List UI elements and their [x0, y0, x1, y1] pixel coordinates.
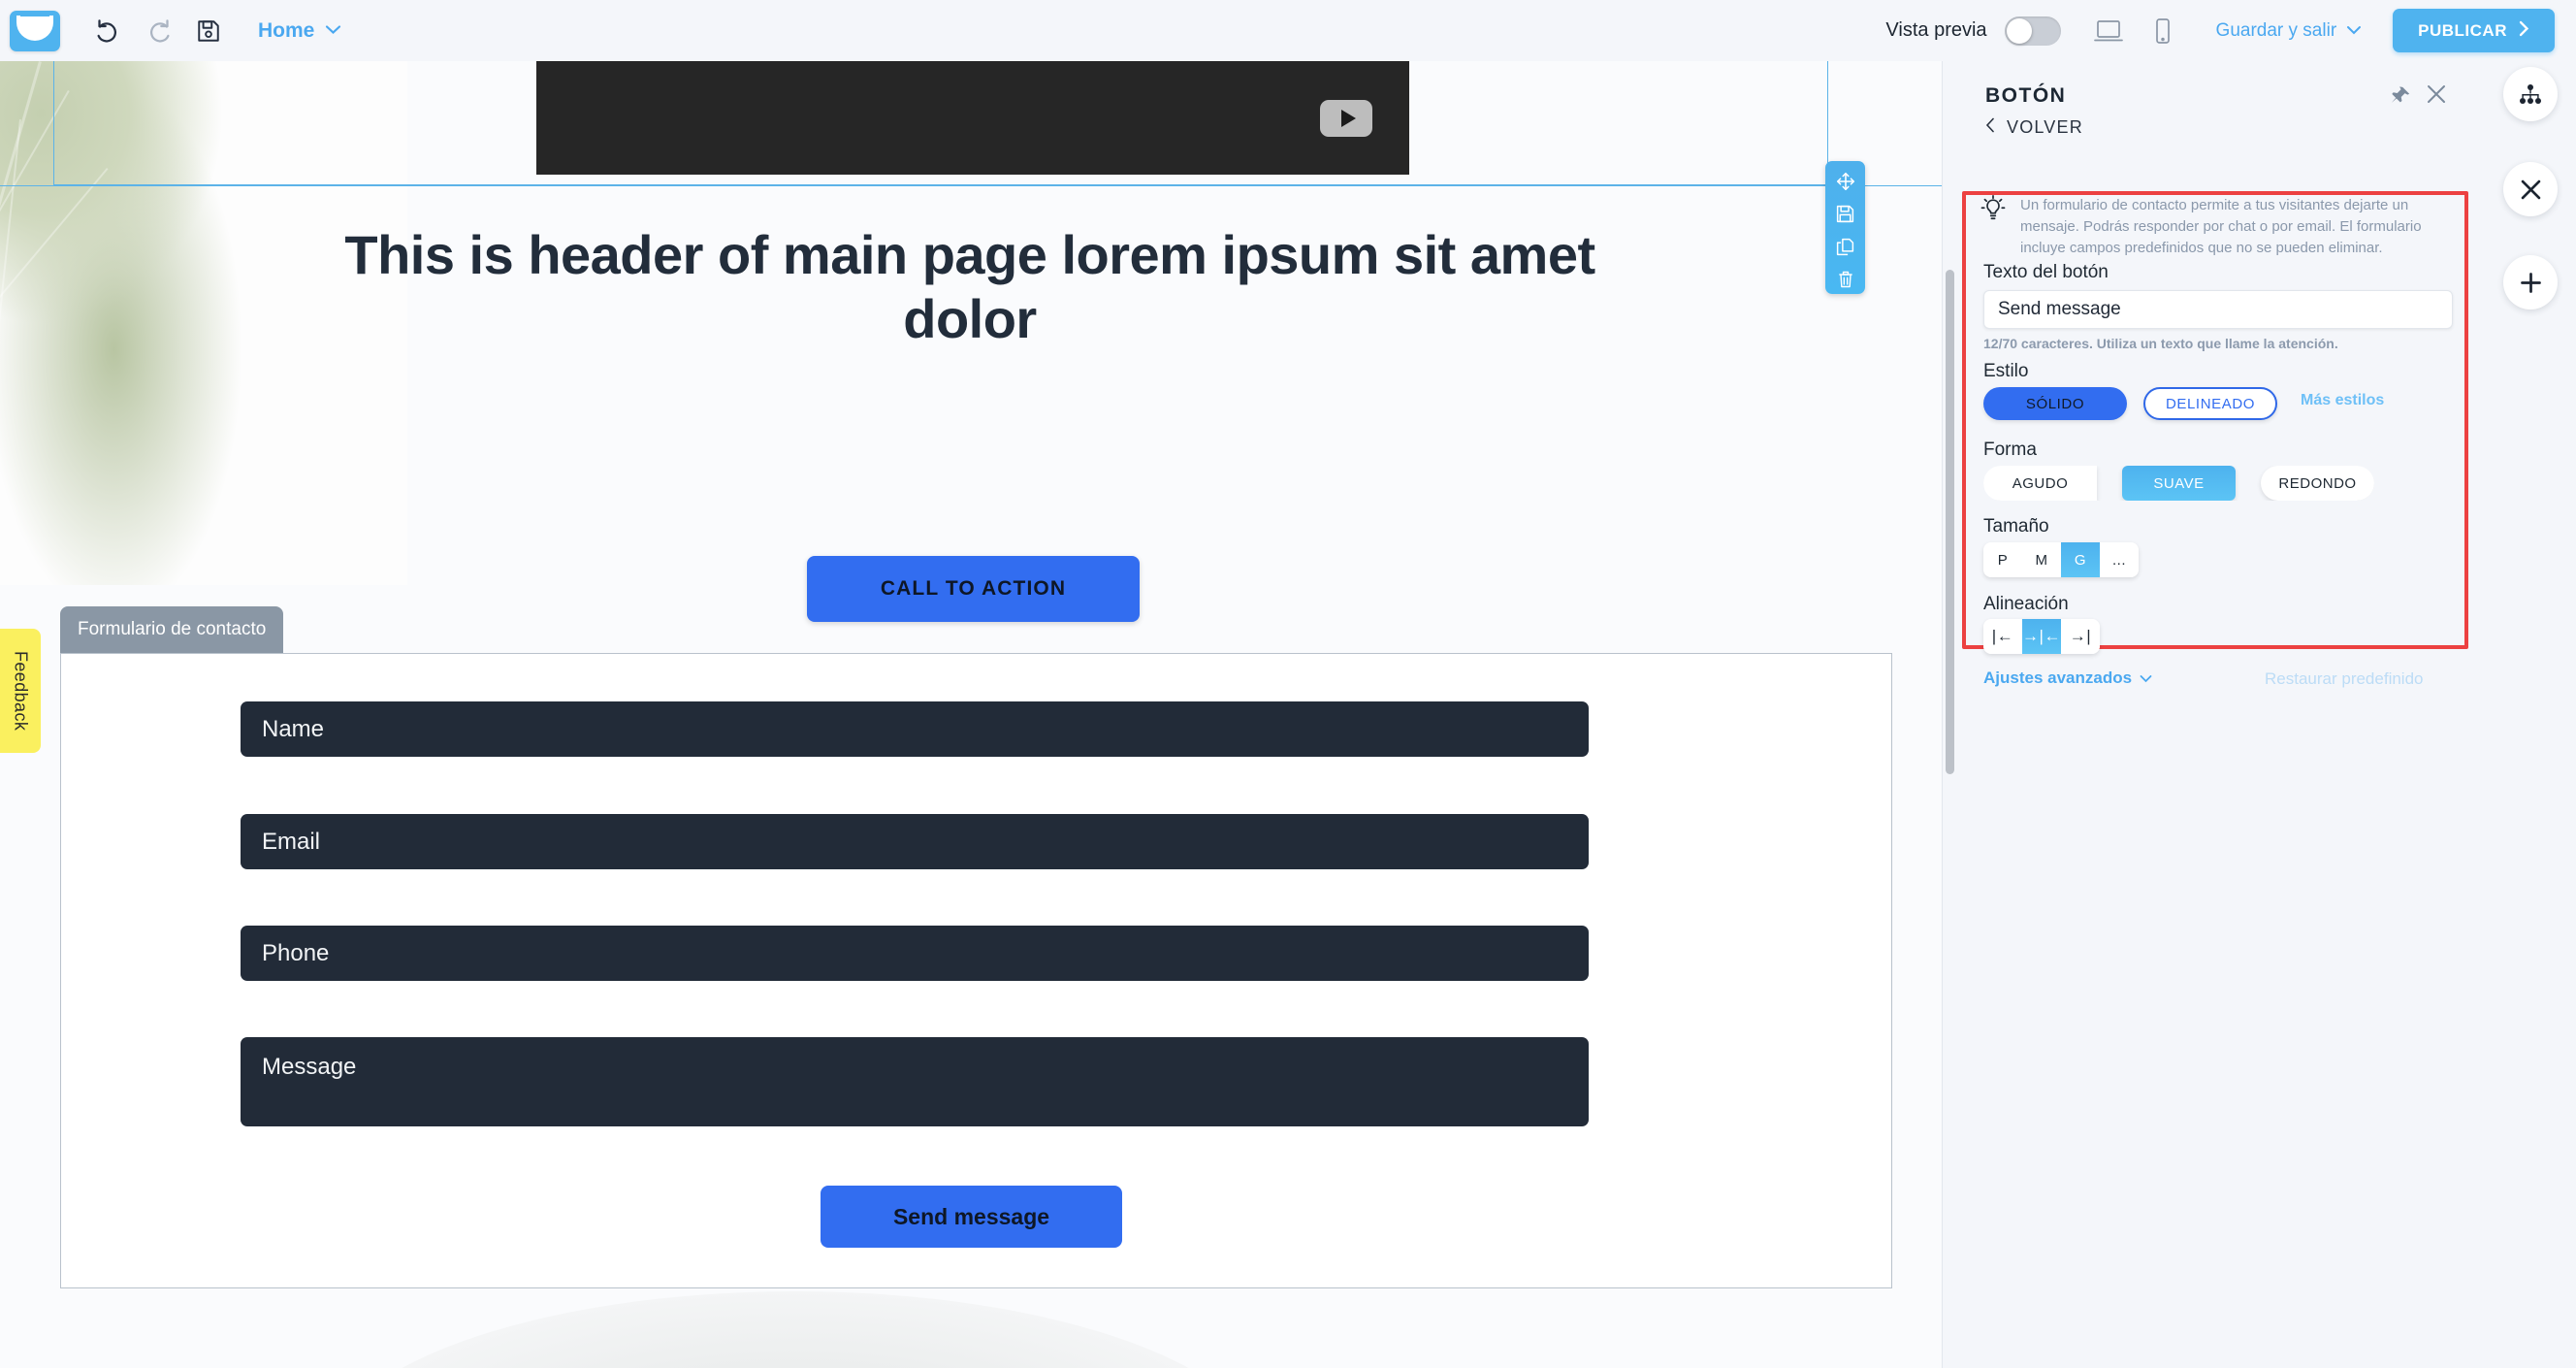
alineacion-label: Alineación: [1983, 594, 2069, 614]
align-center-icon[interactable]: →|←: [2022, 619, 2061, 654]
panel-title: BOTÓN: [1985, 84, 2067, 107]
align-left-icon[interactable]: |←: [1983, 619, 2022, 654]
forma-option-agudo[interactable]: AGUDO: [1983, 466, 2097, 501]
lightbulb-idea-icon: [1980, 195, 2007, 260]
panel-close-x-icon[interactable]: [2425, 82, 2448, 111]
play-button-icon[interactable]: [1320, 99, 1372, 137]
hint-row: Un formulario de contacto permite a tus …: [1980, 195, 2469, 260]
estilo-label: Estilo: [1983, 361, 2029, 381]
top-toolbar: Home Vista previa Guardar y salir PUBLIC…: [0, 0, 2576, 61]
duplicate-copy-icon[interactable]: [1829, 232, 1862, 262]
tamano-option-p[interactable]: P: [1983, 542, 2022, 577]
undo-icon[interactable]: [87, 11, 128, 51]
desktop-monitor-icon[interactable]: [2088, 11, 2129, 51]
envelope-logo-icon[interactable]: [10, 10, 60, 51]
feedback-label: Feedback: [11, 650, 31, 732]
pin-icon[interactable]: [2390, 85, 2411, 112]
call-to-action-button[interactable]: CALL TO ACTION: [807, 556, 1140, 622]
sitemap-hierarchy-icon[interactable]: [2503, 67, 2558, 121]
decorative-bottom-photo[interactable]: [320, 1291, 1271, 1368]
chevron-down-icon: [2140, 668, 2152, 688]
floppy-save-icon[interactable]: [188, 11, 229, 51]
move-arrows-icon[interactable]: [1829, 167, 1862, 197]
forma-option-suave[interactable]: SUAVE: [2122, 466, 2236, 501]
settings-highlight-box: [1962, 191, 2468, 649]
selection-guide-line: [0, 185, 1942, 186]
alineacion-option-group: |← →|← →|: [1983, 619, 2100, 654]
tamano-option-group: P M G ...: [1983, 542, 2139, 577]
settings-panel: BOTÓN VOLVER Un formulario de contacto p…: [1942, 61, 2485, 1368]
character-counter: 12/70 caracteres. Utiliza un texto que l…: [1983, 336, 2338, 351]
page-canvas[interactable]: This is header of main page lorem ipsum …: [0, 61, 1942, 1368]
feedback-tab[interactable]: Feedback: [0, 629, 41, 753]
plus-add-icon[interactable]: [2503, 255, 2558, 309]
chevron-right-icon: [2519, 20, 2529, 42]
chevron-down-icon: [2346, 22, 2362, 40]
advanced-settings-link[interactable]: Ajustes avanzados: [1983, 668, 2152, 688]
button-text-label: Texto del botón: [1983, 262, 2109, 282]
send-message-button[interactable]: Send message: [821, 1186, 1122, 1248]
align-right-icon[interactable]: →|: [2061, 619, 2100, 654]
page-headline[interactable]: This is header of main page lorem ipsum …: [291, 223, 1649, 350]
right-icon-rail: [2485, 61, 2576, 1368]
form-block-tab[interactable]: Formulario de contacto: [60, 606, 284, 653]
forma-option-redondo[interactable]: REDONDO: [2261, 466, 2374, 501]
preview-label: Vista previa: [1885, 19, 1987, 41]
video-embed-block[interactable]: [536, 61, 1409, 175]
tamano-option-more[interactable]: ...: [2100, 542, 2139, 577]
hint-text: Un formulario de contacto permite a tus …: [2020, 197, 2422, 257]
form-field-email[interactable]: Email: [241, 814, 1589, 869]
back-link[interactable]: VOLVER: [1985, 117, 2083, 138]
redo-icon[interactable]: [138, 11, 178, 51]
estilo-option-solido[interactable]: SÓLIDO: [1983, 387, 2127, 420]
toggle-knob: [2006, 17, 2032, 44]
back-link-label: VOLVER: [2007, 117, 2083, 137]
rail-close-x-icon[interactable]: [2503, 162, 2558, 216]
save-and-exit-menu[interactable]: Guardar y salir: [2216, 20, 2363, 42]
preview-toggle[interactable]: [2004, 16, 2061, 46]
element-floating-toolbar: [1825, 161, 1865, 294]
page-selector-label: Home: [258, 18, 315, 42]
chevron-left-icon: [1985, 117, 1995, 138]
advanced-settings-label: Ajustes avanzados: [1983, 668, 2133, 687]
more-styles-link[interactable]: Más estilos: [2301, 392, 2384, 409]
tamano-option-m[interactable]: M: [2022, 542, 2061, 577]
mobile-phone-icon[interactable]: [2142, 11, 2183, 51]
tamano-label: Tamaño: [1983, 516, 2049, 537]
form-field-phone[interactable]: Phone: [241, 926, 1589, 981]
panel-scrollbar[interactable]: [1946, 270, 1954, 774]
form-field-name[interactable]: Name: [241, 701, 1589, 757]
topbar-right-group: Vista previa Guardar y salir PUBLICAR: [1885, 9, 2576, 52]
tamano-option-g[interactable]: G: [2061, 542, 2100, 577]
publish-label: PUBLICAR: [2418, 20, 2507, 40]
estilo-option-delineado[interactable]: DELINEADO: [2143, 387, 2277, 420]
forma-option-group: AGUDO SUAVE REDONDO: [1983, 466, 2374, 501]
button-text-input[interactable]: [1983, 290, 2453, 329]
publish-button[interactable]: PUBLICAR: [2393, 9, 2555, 52]
restore-default-link[interactable]: Restaurar predefinido: [2265, 669, 2423, 689]
floppy-save-icon[interactable]: [1829, 200, 1862, 230]
trash-delete-icon[interactable]: [1829, 265, 1862, 295]
save-and-exit-label: Guardar y salir: [2215, 19, 2337, 41]
forma-label: Forma: [1983, 440, 2037, 460]
chevron-down-icon: [325, 22, 341, 40]
page-selector[interactable]: Home: [258, 19, 341, 43]
form-field-message[interactable]: Message: [241, 1037, 1589, 1126]
